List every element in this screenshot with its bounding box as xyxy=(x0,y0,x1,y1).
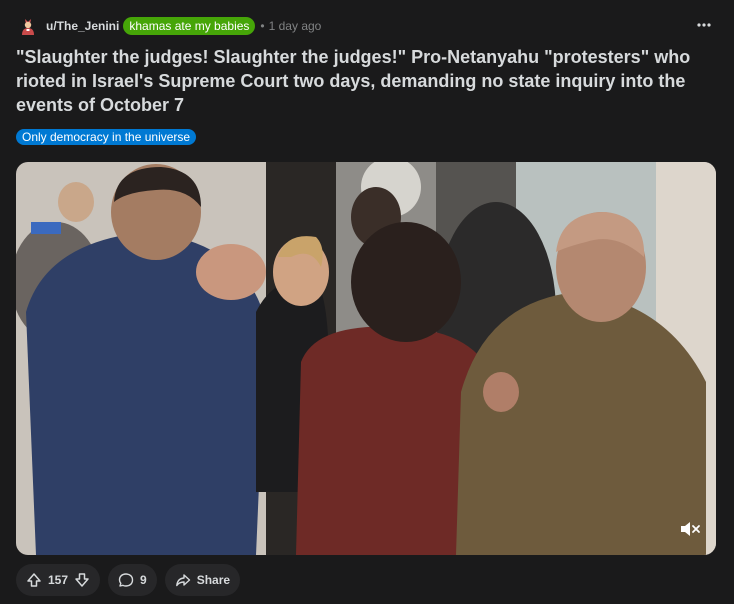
video-frame xyxy=(16,162,716,555)
comments-button[interactable]: 9 xyxy=(108,564,157,596)
comment-bubble-icon xyxy=(118,572,134,588)
avatar-icon[interactable] xyxy=(18,16,38,36)
share-label: Share xyxy=(196,573,231,587)
author-link[interactable]: u/The_Jenini xyxy=(46,19,119,33)
action-bar: 157 9 Share xyxy=(16,564,241,596)
share-arrow-icon xyxy=(175,572,191,588)
post-title[interactable]: "Slaughter the judges! Slaughter the jud… xyxy=(16,45,716,117)
meta-separator: • xyxy=(260,19,265,33)
more-options-icon[interactable] xyxy=(694,15,714,35)
muted-speaker-icon[interactable] xyxy=(678,519,702,539)
vote-count: 157 xyxy=(48,573,69,587)
post-card: u/The_Jenini khamas ate my babies • 1 da… xyxy=(0,0,734,604)
video-player[interactable] xyxy=(16,162,716,555)
downvote-arrow-icon[interactable] xyxy=(74,572,90,588)
user-flair: khamas ate my babies xyxy=(123,17,256,35)
comment-count: 9 xyxy=(140,573,147,587)
upvote-arrow-icon[interactable] xyxy=(26,572,42,588)
post-time: 1 day ago xyxy=(268,19,322,33)
share-button[interactable]: Share xyxy=(164,564,241,596)
post-meta: u/The_Jenini khamas ate my babies • 1 da… xyxy=(16,14,718,38)
post-flair[interactable]: Only democracy in the universe xyxy=(16,129,197,145)
vote-control: 157 xyxy=(16,564,101,596)
